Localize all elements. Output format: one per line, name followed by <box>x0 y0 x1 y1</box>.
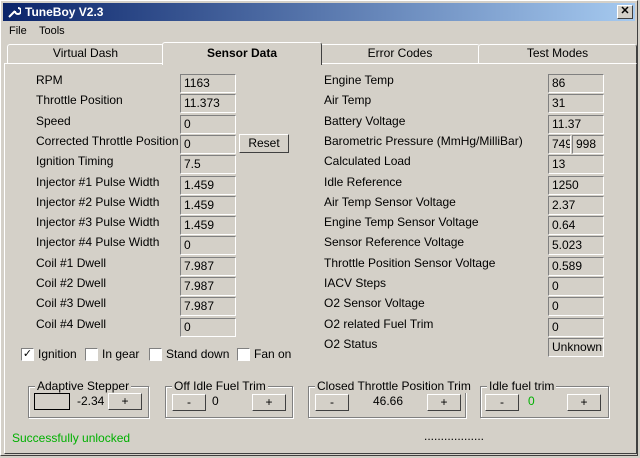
closed-throttle-minus-button[interactable]: - <box>315 394 349 411</box>
wrench-icon <box>7 5 22 19</box>
tab-error-codes[interactable]: Error Codes <box>320 44 480 63</box>
sensor-label: Ignition Timing <box>36 154 114 169</box>
sensor-label: Engine Temp Sensor Voltage <box>324 215 479 230</box>
reset-button[interactable]: Reset <box>239 134 289 153</box>
sensor-label: Corrected Throttle Position <box>36 133 179 148</box>
sensor-value-field: 11.373 <box>180 94 236 114</box>
ignition-checkbox[interactable]: ✓ <box>21 348 34 361</box>
sensor-label: IACV Steps <box>324 276 387 290</box>
sensor-value-field: 0 <box>180 134 236 154</box>
sensor-value-field: 2.37 <box>548 195 604 215</box>
sensor-label: Sensor Reference Voltage <box>324 235 465 250</box>
sensor-value-field: 0 <box>180 236 236 256</box>
tab-strip: Virtual Dash Sensor Data Error Codes Tes… <box>1 42 640 65</box>
closed-throttle-trim-value: 46.66 <box>373 394 404 408</box>
sensor-value-field: 1.459 <box>180 216 236 236</box>
tab-virtual-dash[interactable]: Virtual Dash <box>7 44 164 63</box>
sensor-label: RPM <box>36 73 63 87</box>
sensor-label: Speed <box>36 113 71 128</box>
stand-down-checkbox[interactable] <box>149 348 162 361</box>
window-title: TuneBoy V2.3 <box>25 5 104 19</box>
sensor-value-field: 0.589 <box>548 256 604 276</box>
sensor-label: Coil #4 Dwell <box>36 316 107 331</box>
in-gear-checkbox[interactable] <box>85 348 98 361</box>
adaptive-plus-button[interactable]: + <box>108 393 142 410</box>
sensor-label: Engine Temp <box>324 73 394 87</box>
close-button[interactable]: ✕ <box>617 5 633 19</box>
sensor-value-field: 0 <box>548 297 604 317</box>
sensor-label: Air Temp <box>324 93 372 108</box>
idle-fuel-trim-title: Idle fuel trim <box>487 379 557 393</box>
sensor-value-field: 7.987 <box>180 277 236 296</box>
sensor-value-field: 11.37 <box>548 114 604 134</box>
adaptive-stepper-title: Adaptive Stepper <box>35 379 132 393</box>
sensor-value-field: 0 <box>548 317 604 337</box>
sensor-label: Air Temp Sensor Voltage <box>324 194 456 209</box>
sensor-label: Throttle Position Sensor Voltage <box>324 255 496 270</box>
close-icon: ✕ <box>620 5 630 17</box>
sensor-value-field: Unknown <box>548 337 604 357</box>
sensor-value-field: 1163 <box>180 74 236 93</box>
ignition-label: Ignition <box>38 347 77 361</box>
stand-down-label: Stand down <box>166 347 230 361</box>
sensor-value-field: 0 <box>180 317 236 337</box>
sensor-value-field: 7.5 <box>180 155 236 175</box>
sensor-label: Coil #3 Dwell <box>36 296 107 311</box>
sensor-value-field: 0 <box>180 114 236 134</box>
sensor-label: Injector #2 Pulse Width <box>36 194 160 209</box>
idle-fuel-plus-button[interactable]: + <box>567 394 601 411</box>
sensor-value-field: 1.459 <box>180 195 236 215</box>
sensor-label: Injector #3 Pulse Width <box>36 215 160 230</box>
sensor-value-field: 13 <box>548 155 604 175</box>
off-idle-fuel-trim-value: 0 <box>212 394 219 408</box>
sensor-value-field: 0.64 <box>548 216 604 236</box>
adaptive-stepper-value: -2.34 <box>77 394 105 408</box>
off-idle-minus-button[interactable]: - <box>172 394 206 411</box>
sensor-value-field: 7.987 <box>180 256 236 276</box>
sensor-label: O2 Sensor Voltage <box>324 296 425 311</box>
sensor-label: Injector #1 Pulse Width <box>36 174 160 189</box>
main-window: TuneBoy V2.3 ✕ File Tools Virtual Dash S… <box>0 0 638 456</box>
sensor-value-field: 7.987 <box>180 297 236 317</box>
sensor-value-field: 749 <box>548 134 571 154</box>
menu-bar: File Tools <box>3 23 635 41</box>
sensor-label: Barometric Pressure (MmHg/MilliBar) <box>324 133 523 148</box>
sensor-label: Battery Voltage <box>324 113 406 128</box>
menu-file[interactable]: File <box>9 25 27 37</box>
sensor-value-field: 5.023 <box>548 236 604 256</box>
fan-on-checkbox[interactable] <box>237 348 250 361</box>
sensor-label: Coil #2 Dwell <box>36 276 107 290</box>
idle-fuel-minus-button[interactable]: - <box>485 394 519 411</box>
fan-on-label: Fan on <box>254 347 292 361</box>
closed-throttle-plus-button[interactable]: + <box>427 394 461 411</box>
sensor-label: O2 related Fuel Trim <box>324 316 434 331</box>
sensor-label: Idle Reference <box>324 174 403 189</box>
adaptive-minus-button[interactable] <box>34 393 70 410</box>
sensor-label: Coil #1 Dwell <box>36 255 107 270</box>
sensor-value-field: 0 <box>548 277 604 296</box>
off-idle-fuel-trim-title: Off Idle Fuel Trim <box>172 379 268 393</box>
sensor-label: Calculated Load <box>324 154 411 169</box>
title-bar: TuneBoy V2.3 ✕ <box>3 3 635 21</box>
tab-test-modes[interactable]: Test Modes <box>478 44 637 63</box>
sensor-label: Injector #4 Pulse Width <box>36 235 160 250</box>
off-idle-plus-button[interactable]: + <box>252 394 286 411</box>
tab-sensor-data[interactable]: Sensor Data <box>162 42 322 65</box>
status-message: Successfully unlocked <box>12 431 131 445</box>
in-gear-label: In gear <box>102 347 140 361</box>
sensor-label: Throttle Position <box>36 93 123 108</box>
progress-indicator: .................. <box>424 429 485 443</box>
sensor-value-field: 1.459 <box>180 175 236 195</box>
sensor-value-field: 31 <box>548 94 604 114</box>
sensor-value-field-secondary: 998 <box>572 134 604 154</box>
sensor-value-field: 86 <box>548 74 604 93</box>
closed-throttle-trim-title: Closed Throttle Position Trim <box>315 379 473 393</box>
idle-fuel-trim-value: 0 <box>528 394 535 408</box>
sensor-value-field: 1250 <box>548 175 604 195</box>
menu-tools[interactable]: Tools <box>39 25 65 37</box>
sensor-label: O2 Status <box>324 336 378 351</box>
